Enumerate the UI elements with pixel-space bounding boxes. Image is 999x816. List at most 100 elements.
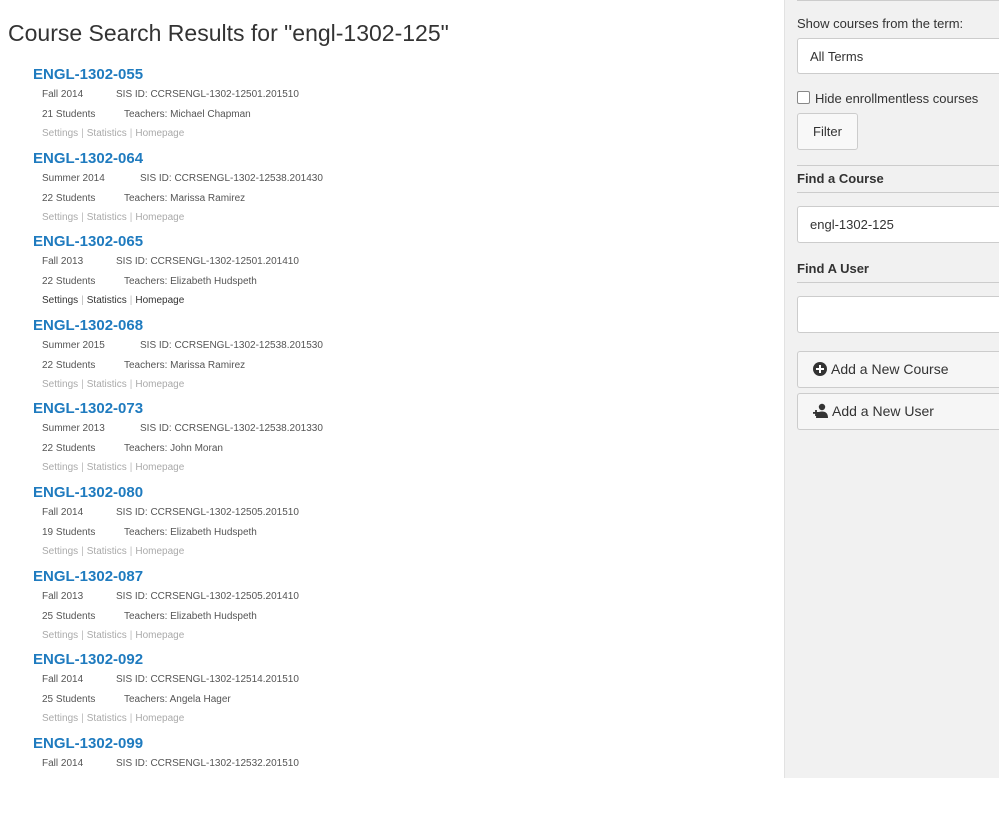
course-sis-id: SIS ID: CCRSENGL-1302-12538.201330: [140, 423, 323, 435]
course-teachers: Teachers: John Moran: [124, 443, 223, 455]
course-statistics-link[interactable]: Statistics: [87, 212, 127, 223]
course-result: ENGL-1302-080 Fall 2014 SIS ID: CCRSENGL-1…: [33, 482, 773, 566]
course-name-link[interactable]: ENGL-1302-080: [33, 484, 143, 501]
course-homepage-link[interactable]: Homepage: [135, 462, 184, 473]
course-teachers: Teachers: Marissa Ramirez: [124, 359, 246, 371]
course-settings-link[interactable]: Settings: [42, 630, 78, 641]
course-statistics-link[interactable]: Statistics: [87, 546, 127, 557]
course-student-count: 22 Students: [42, 276, 96, 288]
hide-enrollmentless-checkbox[interactable]: [797, 91, 810, 104]
course-actions: Settings | Statistics | Homepage: [42, 546, 184, 557]
filter-button[interactable]: Filter: [797, 113, 858, 150]
course-settings-link[interactable]: Settings: [42, 713, 78, 724]
separator: |: [81, 211, 84, 223]
course-teachers: Teachers: Angela Hager: [124, 694, 231, 706]
course-name-link[interactable]: ENGL-1302-087: [33, 568, 143, 585]
course-statistics-link[interactable]: Statistics: [87, 128, 127, 139]
course-sis-id: SIS ID: CCRSENGL-1302-12538.201430: [140, 172, 323, 184]
course-sis-id: SIS ID: CCRSENGL-1302-12514.201510: [116, 674, 299, 686]
course-student-count: 22 Students: [42, 443, 96, 455]
separator: |: [81, 295, 84, 307]
course-sis-id: SIS ID: CCRSENGL-1302-12501.201510: [116, 89, 299, 100]
hide-enrollmentless-option[interactable]: Hide enrollmentless courses: [797, 91, 978, 106]
course-student-count: 25 Students: [42, 694, 96, 706]
course-statistics-link[interactable]: Statistics: [87, 630, 127, 641]
course-actions: Settings | Statistics | Homepage: [42, 462, 184, 473]
add-user-icon: [813, 396, 828, 431]
course-result: ENGL-1302-065 Fall 2013 SIS ID: CCRSENGL-1…: [33, 231, 773, 315]
separator: |: [129, 211, 133, 223]
course-homepage-link[interactable]: Homepage: [135, 295, 184, 306]
find-course-input[interactable]: engl-1302-125: [797, 206, 999, 243]
course-homepage-link[interactable]: Homepage: [135, 379, 184, 390]
course-name-link[interactable]: ENGL-1302-099: [33, 735, 143, 752]
course-actions: Settings | Statistics | Homepage: [42, 379, 184, 390]
course-name-link[interactable]: ENGL-1302-092: [33, 651, 143, 668]
page-title: Course Search Results for "engl-1302-125…: [8, 20, 449, 46]
course-homepage-link[interactable]: Homepage: [135, 128, 184, 139]
course-sis-id: SIS ID: CCRSENGL-1302-12505.201510: [116, 506, 299, 518]
course-homepage-link[interactable]: Homepage: [135, 546, 184, 557]
find-course-label: Find a Course: [797, 171, 884, 186]
course-student-count: 22 Students: [42, 359, 96, 371]
course-term: Summer 2015: [42, 339, 105, 351]
course-sis-id: SIS ID: CCRSENGL-1302-12538.201530: [140, 339, 323, 351]
course-result: ENGL-1302-092 Fall 2014 SIS ID: CCRSENGL-1…: [33, 649, 773, 733]
course-teachers: Teachers: Elizabeth Hudspeth: [124, 526, 257, 538]
course-settings-link[interactable]: Settings: [42, 128, 78, 139]
course-sis-id: SIS ID: CCRSENGL-1302-12532.201510: [116, 757, 299, 769]
separator: |: [129, 713, 133, 725]
plus-circle-icon: [813, 354, 827, 389]
course-term: Summer 2014: [42, 172, 105, 184]
course-statistics-link[interactable]: Statistics: [87, 295, 127, 306]
course-teachers: Teachers: Elizabeth Hudspeth: [124, 276, 257, 288]
add-new-course-label: Add a New Course: [831, 361, 949, 377]
course-name-link[interactable]: ENGL-1302-068: [33, 317, 143, 334]
separator: |: [129, 128, 133, 139]
course-name-link[interactable]: ENGL-1302-073: [33, 400, 143, 417]
course-name-link[interactable]: ENGL-1302-064: [33, 150, 143, 167]
divider: [797, 165, 999, 166]
course-homepage-link[interactable]: Homepage: [135, 212, 184, 223]
right-sidebar: Show courses from the term: All Terms Hi…: [784, 0, 999, 778]
course-term: Fall 2014: [42, 506, 84, 518]
course-term: Fall 2014: [42, 674, 84, 686]
add-new-user-button[interactable]: Add a New User: [797, 393, 999, 430]
separator: |: [129, 545, 133, 557]
course-settings-link[interactable]: Settings: [42, 295, 78, 306]
course-term: Summer 2013: [42, 423, 105, 435]
course-student-count: 19 Students: [42, 526, 96, 538]
course-settings-link[interactable]: Settings: [42, 212, 78, 223]
course-sis-id: SIS ID: CCRSENGL-1302-12505.201410: [116, 590, 299, 602]
course-statistics-link[interactable]: Statistics: [87, 379, 127, 390]
divider: [797, 282, 999, 283]
course-statistics-link[interactable]: Statistics: [87, 713, 127, 724]
course-name-link[interactable]: ENGL-1302-055: [33, 66, 143, 83]
course-teachers: Teachers: Marissa Ramirez: [124, 192, 246, 204]
add-new-user-label: Add a New User: [832, 403, 934, 419]
term-select[interactable]: All Terms: [797, 38, 999, 74]
course-homepage-link[interactable]: Homepage: [135, 713, 184, 724]
separator: |: [129, 295, 133, 307]
course-sis-id: SIS ID: CCRSENGL-1302-12501.201410: [116, 256, 299, 268]
course-result: ENGL-1302-099 Fall 2014 SIS ID: CCRSENGL-1…: [33, 733, 773, 816]
course-result: ENGL-1302-087 Fall 2013 SIS ID: CCRSENGL-1…: [33, 566, 773, 650]
course-results-list: ENGL-1302-055 Fall 2014 SIS ID: CCRSENGL-1…: [33, 64, 773, 816]
course-actions: Settings | Statistics | Homepage: [42, 212, 184, 223]
course-settings-link[interactable]: Settings: [42, 379, 78, 390]
divider: [797, 192, 999, 193]
find-user-input[interactable]: [797, 296, 999, 333]
add-new-course-button[interactable]: Add a New Course: [797, 351, 999, 388]
find-user-label: Find A User: [797, 261, 869, 276]
course-statistics-link[interactable]: Statistics: [87, 462, 127, 473]
separator: |: [81, 713, 84, 725]
course-settings-link[interactable]: Settings: [42, 462, 78, 473]
course-result: ENGL-1302-055 Fall 2014 SIS ID: CCRSENGL-1…: [33, 64, 773, 148]
course-homepage-link[interactable]: Homepage: [135, 630, 184, 641]
course-settings-link[interactable]: Settings: [42, 546, 78, 557]
separator: |: [81, 378, 84, 390]
separator: |: [129, 378, 133, 390]
course-term: Fall 2013: [42, 590, 84, 602]
course-name-link[interactable]: ENGL-1302-065: [33, 233, 143, 250]
course-result: ENGL-1302-064 Summer 2014 SIS ID: CCRSENGL…: [33, 148, 773, 232]
